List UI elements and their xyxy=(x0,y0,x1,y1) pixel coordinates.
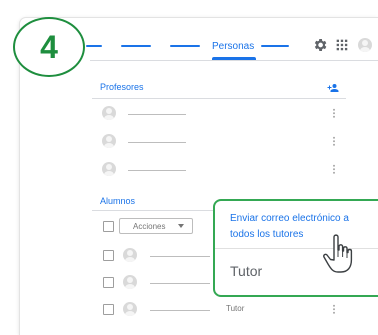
student-name xyxy=(150,310,210,311)
student-name xyxy=(150,256,210,257)
account-avatar-icon[interactable] xyxy=(358,38,372,52)
tutor-label: Tutor xyxy=(230,263,263,279)
avatar xyxy=(102,134,116,148)
more-vert-icon[interactable] xyxy=(333,108,335,118)
select-all-checkbox[interactable] xyxy=(103,221,114,232)
teacher-name xyxy=(128,142,186,143)
tab-placeholder[interactable] xyxy=(121,45,151,47)
more-vert-icon[interactable] xyxy=(333,164,335,174)
teacher-name xyxy=(128,170,186,171)
apps-grid-icon[interactable] xyxy=(334,37,350,53)
settings-gear-icon[interactable] xyxy=(312,37,328,53)
avatar xyxy=(102,106,116,120)
tab-placeholder[interactable] xyxy=(261,45,289,47)
more-vert-icon[interactable] xyxy=(333,136,335,146)
students-section-title: Alumnos xyxy=(100,196,136,206)
actions-dropdown[interactable]: Acciones xyxy=(119,218,193,234)
avatar xyxy=(123,302,137,316)
tutor-tag: Tutor xyxy=(226,304,245,313)
tab-placeholder[interactable] xyxy=(170,45,200,47)
tab-placeholder[interactable] xyxy=(86,45,102,47)
avatar xyxy=(102,162,116,176)
actions-label: Acciones xyxy=(133,221,166,231)
student-checkbox[interactable] xyxy=(103,304,114,315)
student-checkbox[interactable] xyxy=(103,277,114,288)
step-number-badge: 4 xyxy=(13,17,85,77)
student-checkbox[interactable] xyxy=(103,250,114,261)
pointer-hand-icon xyxy=(323,234,353,273)
avatar xyxy=(123,248,137,262)
student-name xyxy=(150,283,210,284)
more-vert-icon[interactable] xyxy=(333,304,335,314)
header-divider xyxy=(90,60,378,61)
avatar xyxy=(123,275,137,289)
teacher-name xyxy=(128,114,186,115)
teachers-divider xyxy=(92,98,346,99)
teachers-section-title: Profesores xyxy=(100,82,144,92)
add-person-icon[interactable] xyxy=(327,82,339,94)
step-number: 4 xyxy=(40,28,58,65)
chevron-down-icon xyxy=(178,224,184,228)
tab-personas[interactable]: Personas xyxy=(212,41,254,52)
